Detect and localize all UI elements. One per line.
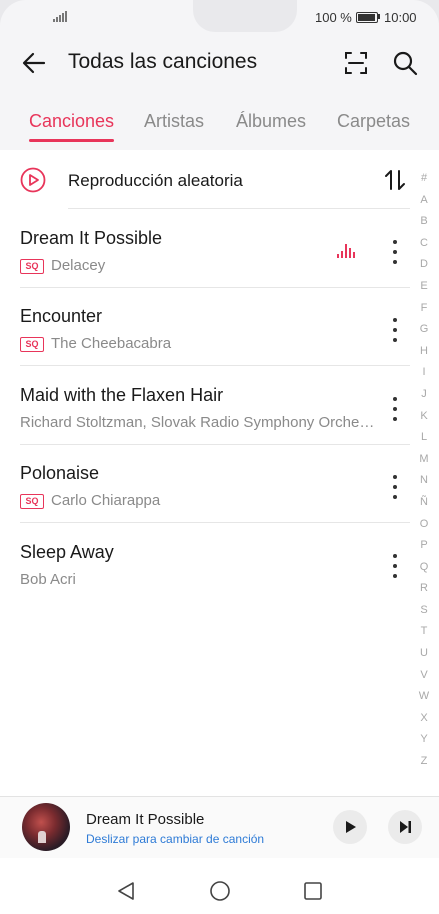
more-options-icon[interactable] [383, 470, 407, 504]
scan-icon[interactable] [340, 47, 372, 79]
more-options-icon[interactable] [383, 392, 407, 426]
alphabet-index-letter[interactable]: B [416, 211, 432, 233]
alphabet-index-letter[interactable]: U [416, 643, 432, 665]
more-options-icon[interactable] [383, 313, 407, 347]
active-tab-indicator [29, 139, 114, 142]
alphabet-index-letter[interactable]: I [416, 362, 432, 384]
alphabet-index-letter[interactable]: Y [416, 729, 432, 751]
divider [20, 287, 410, 288]
song-title: Maid with the Flaxen Hair [20, 385, 224, 405]
alphabet-index-letter[interactable]: N [416, 470, 432, 492]
swipe-hint: Deslizar para cambiar de canción [86, 832, 265, 846]
alphabet-index-letter[interactable]: M [416, 449, 432, 471]
song-artist: Delacey [51, 257, 106, 274]
camera-notch [193, 0, 297, 32]
alphabet-index-letter[interactable]: L [416, 427, 432, 449]
status-bar: 100 % 10:00 [0, 0, 439, 34]
shuffle-label: Reproducción aleatoria [68, 171, 243, 190]
alphabet-index-letter[interactable]: E [416, 276, 432, 298]
sq-badge: SQ [20, 259, 44, 274]
alphabet-index-letter[interactable]: K [416, 406, 432, 428]
alphabet-index-letter[interactable]: R [416, 578, 432, 600]
divider [68, 208, 410, 209]
tab-albumes[interactable]: Álbumes [236, 111, 306, 132]
search-icon[interactable] [389, 47, 421, 79]
divider [20, 522, 410, 523]
alphabet-index-letter[interactable]: F [416, 298, 432, 320]
battery-tip [378, 14, 380, 19]
tab-carpetas[interactable]: Carpetas [337, 111, 410, 132]
song-title: Sleep Away [20, 542, 114, 562]
sort-icon[interactable] [382, 167, 408, 193]
shuffle-play-row[interactable]: Reproducción aleatoria [0, 150, 410, 208]
song-artist: Carlo Chiarappa [51, 492, 161, 509]
alphabet-index[interactable]: # A B C D E F G H I J K L M N Ñ O P Q R S T U V W X Y Z [416, 168, 432, 773]
alphabet-index-letter[interactable]: W [416, 686, 432, 708]
album-cover [22, 803, 70, 851]
divider [20, 444, 410, 445]
next-icon [400, 821, 408, 833]
alphabet-index-letter[interactable]: O [416, 514, 432, 536]
now-playing-bars-icon [337, 244, 357, 258]
song-list: Reproducción aleatoria Dream It Possible… [0, 150, 439, 796]
now-playing-title: Dream It Possible [86, 811, 205, 828]
system-nav-bar [0, 858, 439, 914]
divider [20, 365, 410, 366]
tab-canciones[interactable]: Canciones [29, 111, 114, 132]
song-title: Encounter [20, 306, 103, 326]
back-arrow-icon[interactable] [18, 46, 52, 80]
battery-percentage: 100 % [315, 10, 352, 25]
now-playing-bar[interactable]: Dream It Possible Deslizar para cambiar … [0, 796, 439, 859]
next-button[interactable] [388, 810, 422, 844]
nav-home-icon[interactable] [209, 880, 231, 902]
screen: 100 % 10:00 Todas las canciones Cancione… [0, 0, 439, 914]
alphabet-index-letter[interactable]: H [416, 341, 432, 363]
song-artist: The Cheebacabra [51, 335, 172, 352]
more-options-icon[interactable] [383, 235, 407, 269]
sq-badge: SQ [20, 494, 44, 509]
play-button[interactable] [333, 810, 367, 844]
page-title: Todas las canciones [68, 50, 258, 73]
song-artist: Richard Stoltzman, Slovak Radio Symphony… [20, 414, 375, 431]
nav-recents-icon[interactable] [302, 880, 324, 902]
alphabet-index-letter[interactable]: G [416, 319, 432, 341]
alphabet-index-letter[interactable]: A [416, 190, 432, 212]
alphabet-index-letter[interactable]: X [416, 708, 432, 730]
alphabet-index-letter[interactable]: V [416, 665, 432, 687]
clock: 10:00 [384, 10, 417, 25]
play-circle-icon [20, 167, 46, 193]
alphabet-index-letter[interactable]: D [416, 254, 432, 276]
song-title: Polonaise [20, 463, 100, 483]
alphabet-index-letter[interactable]: T [416, 621, 432, 643]
alphabet-index-letter[interactable]: J [416, 384, 432, 406]
song-row[interactable]: Sleep Away Bob Acri [0, 534, 410, 612]
alphabet-index-letter[interactable]: Z [416, 751, 432, 773]
more-options-icon[interactable] [383, 549, 407, 583]
alphabet-index-letter[interactable]: C [416, 233, 432, 255]
song-title: Dream It Possible [20, 228, 163, 248]
alphabet-index-letter[interactable]: P [416, 535, 432, 557]
alphabet-index-letter[interactable]: Ñ [416, 492, 432, 514]
play-icon [346, 821, 356, 833]
signal-icon [53, 10, 69, 22]
battery-icon [356, 12, 378, 23]
song-artist: Bob Acri [20, 571, 76, 588]
nav-back-icon[interactable] [115, 880, 137, 902]
tab-artistas[interactable]: Artistas [144, 111, 204, 132]
sq-badge: SQ [20, 337, 44, 352]
alphabet-index-letter[interactable]: S [416, 600, 432, 622]
alphabet-index-letter[interactable]: Q [416, 557, 432, 579]
alphabet-index-letter[interactable]: # [416, 168, 432, 190]
